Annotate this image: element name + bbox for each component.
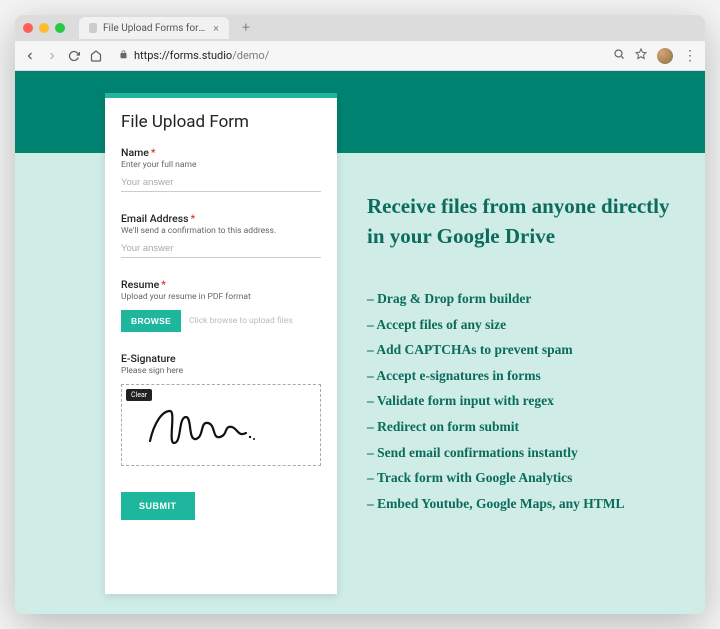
required-asterisk: * [191, 212, 196, 225]
browser-tab[interactable]: File Upload Forms for Google × [79, 17, 229, 39]
signature-help: Please sign here [121, 366, 321, 376]
clear-signature-button[interactable]: Clear [126, 389, 152, 401]
email-help: We'll send a confirmation to this addres… [121, 226, 321, 236]
feature-item: Accept e-signatures in forms [367, 363, 675, 389]
maximize-window-button[interactable] [55, 23, 65, 33]
toolbar-right: ⋮ [613, 48, 697, 64]
favicon-icon [89, 23, 97, 33]
resume-label: Resume [121, 278, 159, 291]
email-input[interactable] [121, 237, 321, 258]
feature-item: Track form with Google Analytics [367, 465, 675, 491]
headline: Receive files from anyone directly in yo… [367, 191, 675, 252]
search-icon[interactable] [613, 48, 625, 63]
name-label: Name [121, 146, 149, 159]
field-resume: Resume* Upload your resume in PDF format… [121, 278, 321, 332]
field-name: Name* Enter your full name [121, 146, 321, 192]
new-tab-button[interactable]: + [235, 19, 257, 37]
submit-button[interactable]: SUBMIT [121, 492, 195, 520]
feature-item: Accept files of any size [367, 312, 675, 338]
forward-button[interactable] [45, 49, 59, 63]
browser-window: File Upload Forms for Google × + https:/… [15, 15, 705, 614]
star-icon[interactable] [635, 48, 647, 63]
minimize-window-button[interactable] [39, 23, 49, 33]
signature-pad[interactable]: Clear [121, 384, 321, 466]
required-asterisk: * [151, 146, 156, 159]
url-text: https://forms.studio/demo/ [134, 49, 269, 62]
required-asterisk: * [161, 278, 166, 291]
upload-hint: Click browse to upload files [189, 316, 293, 326]
feature-item: Add CAPTCHAs to prevent spam [367, 337, 675, 363]
reload-button[interactable] [67, 49, 81, 63]
close-window-button[interactable] [23, 23, 33, 33]
form-card: File Upload Form Name* Enter your full n… [105, 93, 337, 594]
browser-toolbar: https://forms.studio/demo/ ⋮ [15, 41, 705, 71]
tab-title: File Upload Forms for Google [103, 23, 207, 34]
field-email: Email Address* We'll send a confirmation… [121, 212, 321, 258]
traffic-lights [23, 23, 65, 33]
signature-stroke [142, 403, 262, 453]
marketing-panel: Receive files from anyone directly in yo… [367, 93, 675, 594]
address-bar[interactable]: https://forms.studio/demo/ [111, 46, 605, 66]
browse-button[interactable]: BROWSE [121, 310, 181, 332]
back-button[interactable] [23, 49, 37, 63]
field-signature: E-Signature Please sign here Clear [121, 352, 321, 466]
lock-icon [119, 50, 128, 62]
close-tab-icon[interactable]: × [213, 22, 219, 35]
tab-strip: File Upload Forms for Google × + [15, 15, 705, 41]
feature-item: Redirect on form submit [367, 414, 675, 440]
feature-item: Validate form input with regex [367, 388, 675, 414]
home-button[interactable] [89, 49, 103, 63]
feature-item: Send email confirmations instantly [367, 440, 675, 466]
email-label: Email Address [121, 212, 189, 225]
resume-help: Upload your resume in PDF format [121, 292, 321, 302]
signature-label: E-Signature [121, 352, 321, 365]
form-title: File Upload Form [121, 112, 321, 132]
feature-item: Embed Youtube, Google Maps, any HTML [367, 491, 675, 517]
profile-avatar[interactable] [657, 48, 673, 64]
menu-icon[interactable]: ⋮ [683, 49, 697, 63]
feature-item: Drag & Drop form builder [367, 286, 675, 312]
name-help: Enter your full name [121, 160, 321, 170]
feature-list: Drag & Drop form builder Accept files of… [367, 286, 675, 517]
page-content: File Upload Form Name* Enter your full n… [15, 71, 705, 614]
name-input[interactable] [121, 171, 321, 192]
